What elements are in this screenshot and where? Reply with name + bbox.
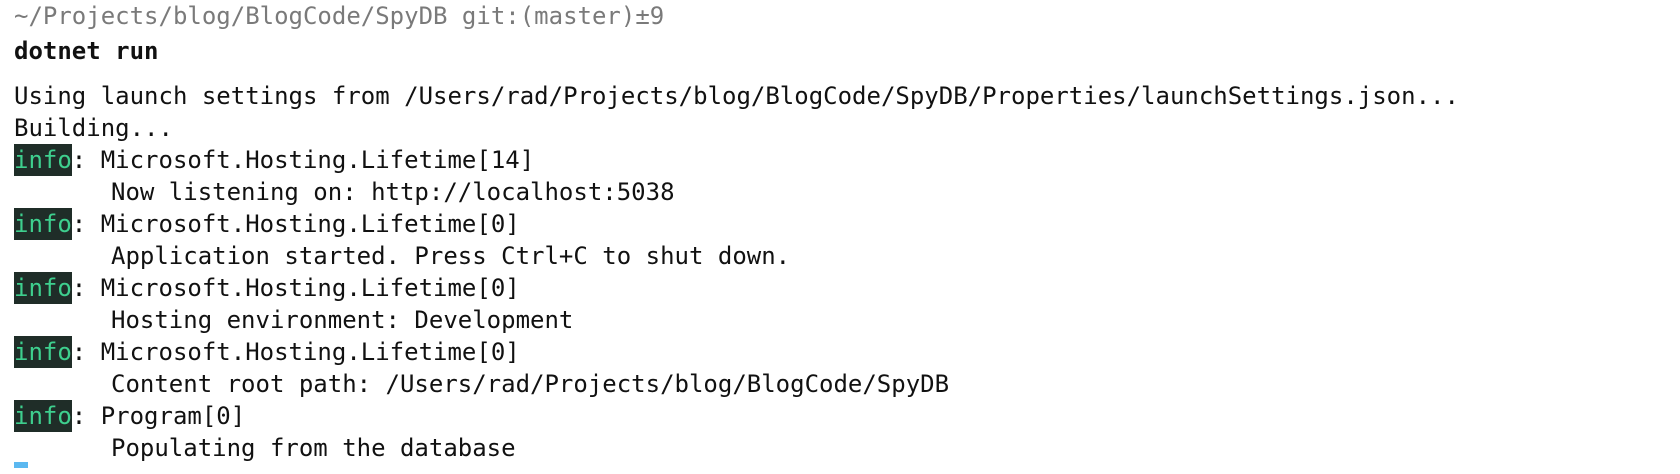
log-entry-header: info: Microsoft.Hosting.Lifetime[0] [14,272,1680,304]
shell-prompt: ~/Projects/blog/BlogCode/SpyDB git:(mast… [14,2,665,30]
log-entry-header: info: Microsoft.Hosting.Lifetime[0] [14,208,1680,240]
log-message: Hosting environment: Development [111,306,574,334]
output-line: Building... [14,114,173,142]
log-category: : Microsoft.Hosting.Lifetime[0] [71,210,520,238]
log-entry-header: info: Microsoft.Hosting.Lifetime[14] [14,144,1680,176]
log-level-badge: info [14,272,72,304]
log-category: : Microsoft.Hosting.Lifetime[0] [71,274,520,302]
text-cursor [14,462,28,468]
log-level-badge: info [14,144,72,176]
log-category: : Microsoft.Hosting.Lifetime[14] [71,146,535,174]
terminal-window[interactable]: ~/Projects/blog/BlogCode/SpyDB git:(mast… [0,0,1680,464]
log-message: Now listening on: http://localhost:5038 [111,178,675,206]
output-line: Using launch settings from /Users/rad/Pr… [14,82,1459,110]
log-entry: info: Microsoft.Hosting.Lifetime[0] Host… [14,272,1680,336]
log-entry-header: info: Microsoft.Hosting.Lifetime[0] [14,336,1680,368]
log-entry: info: Microsoft.Hosting.Lifetime[0] Appl… [14,208,1680,272]
log-message: Application started. Press Ctrl+C to shu… [111,242,791,270]
log-level-badge: info [14,336,72,368]
log-entry: info: Program[0] Populating from the dat… [14,400,1680,464]
log-level-badge: info [14,400,72,432]
log-message: Content root path: /Users/rad/Projects/b… [111,370,950,398]
log-category: : Program[0] [71,402,246,430]
log-entry: info: Microsoft.Hosting.Lifetime[14] Now… [14,144,1680,208]
command-text: dotnet run [14,37,159,65]
log-entry: info: Microsoft.Hosting.Lifetime[0] Cont… [14,336,1680,400]
log-level-badge: info [14,208,72,240]
log-message: Populating from the database [111,434,516,462]
log-category: : Microsoft.Hosting.Lifetime[0] [71,338,520,366]
log-entry-header: info: Program[0] [14,400,1680,432]
